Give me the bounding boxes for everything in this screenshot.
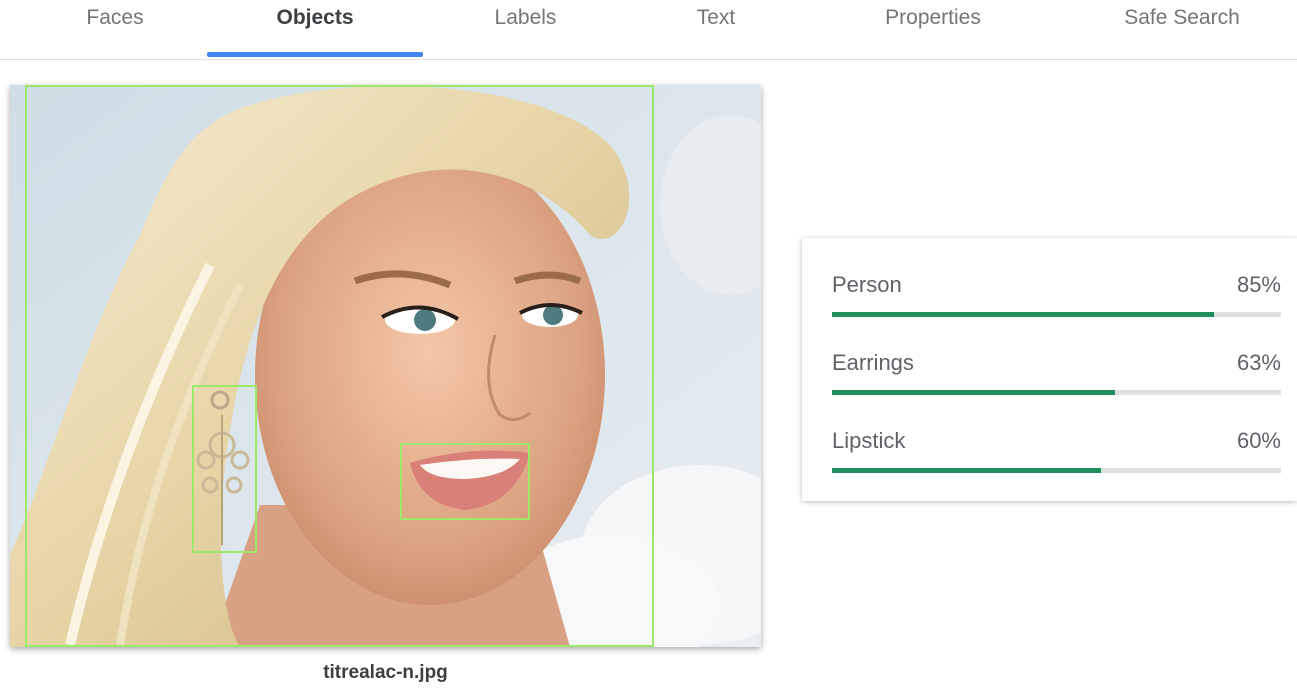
tab-bar: Faces Objects Labels Text Properties Saf… bbox=[0, 0, 1297, 60]
bbox-lipstick bbox=[400, 443, 530, 520]
confidence-bar-track bbox=[832, 312, 1281, 317]
tab-properties[interactable]: Properties bbox=[818, 0, 1048, 58]
image-preview bbox=[10, 85, 761, 647]
confidence-bar-fill bbox=[832, 312, 1214, 317]
result-label: Lipstick bbox=[832, 428, 906, 453]
tab-faces[interactable]: Faces bbox=[0, 0, 230, 58]
bbox-earrings bbox=[192, 385, 257, 553]
result-row-earrings: Earrings 63% bbox=[832, 350, 1281, 420]
result-label: Earrings bbox=[832, 350, 914, 375]
tab-text[interactable]: Text bbox=[616, 0, 816, 58]
result-label: Person bbox=[832, 272, 902, 297]
confidence-bar-fill bbox=[832, 468, 1102, 473]
tab-labels[interactable]: Labels bbox=[423, 0, 628, 58]
result-row-lipstick: Lipstick 60% bbox=[832, 428, 1281, 498]
result-percent: 60% bbox=[1236, 428, 1281, 453]
bbox-person bbox=[25, 85, 654, 647]
confidence-bar-track bbox=[832, 390, 1281, 395]
tab-safe-search[interactable]: Safe Search bbox=[1067, 0, 1297, 58]
image-filename: titrealac-n.jpg bbox=[323, 662, 448, 683]
result-percent: 85% bbox=[1236, 272, 1281, 297]
result-row-person: Person 85% bbox=[832, 272, 1281, 342]
results-card: Person 85% Earrings 63% Lipstick 60% bbox=[802, 238, 1297, 501]
result-percent: 63% bbox=[1236, 350, 1281, 375]
confidence-bar-track bbox=[832, 468, 1281, 473]
active-tab-indicator bbox=[207, 52, 423, 57]
tab-objects[interactable]: Objects bbox=[207, 0, 423, 58]
confidence-bar-fill bbox=[832, 390, 1115, 395]
